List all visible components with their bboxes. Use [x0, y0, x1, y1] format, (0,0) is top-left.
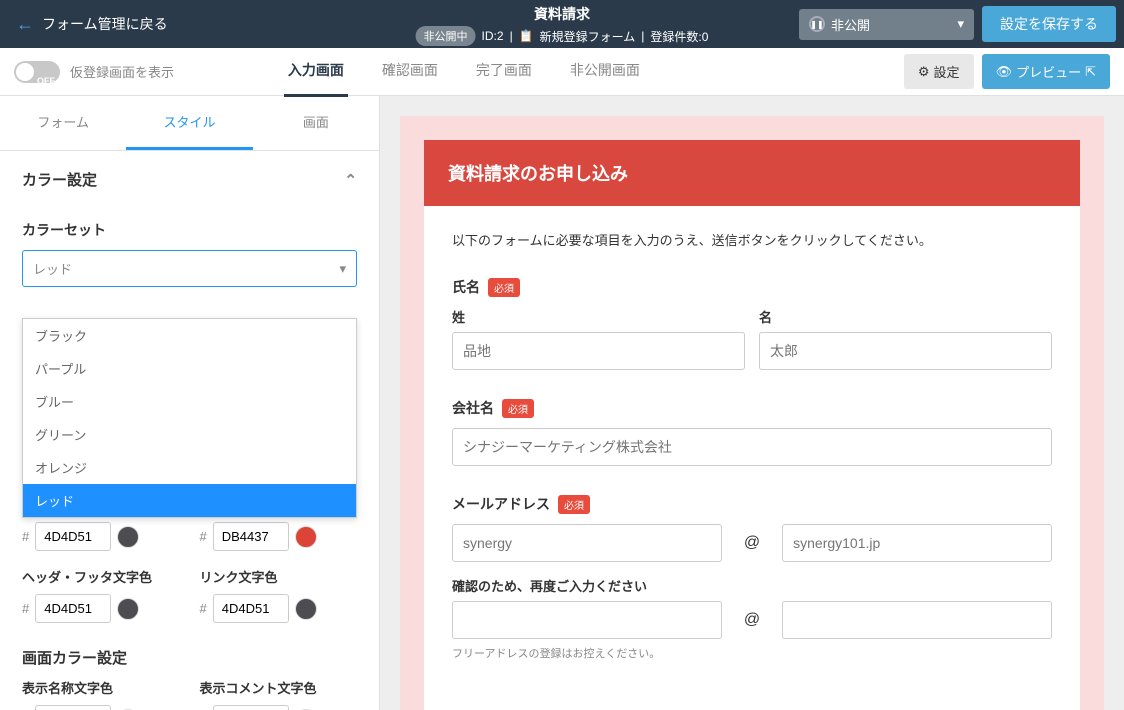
email-confirm-domain-input[interactable] — [782, 601, 1052, 639]
email-domain-input[interactable] — [782, 524, 1052, 562]
sidebar-tab-screen[interactable]: 画面 — [253, 96, 379, 150]
color-swatch[interactable] — [295, 598, 317, 620]
sidebar-tab-form[interactable]: フォーム — [0, 96, 126, 150]
colorset-label: カラーセット — [22, 220, 357, 240]
required-badge: 必須 — [488, 278, 520, 297]
company-input[interactable] — [452, 428, 1052, 466]
hex-input[interactable] — [35, 594, 111, 623]
provisional-toggle[interactable]: OFF — [14, 61, 60, 83]
dropdown-option[interactable]: レッド — [23, 484, 356, 517]
visibility-select[interactable]: ❚❚ 非公開 ▾ — [799, 9, 974, 40]
email-note: フリーアドレスの登録はお控えください。 — [452, 645, 1052, 661]
form-title: 資料請求のお申し込み — [424, 140, 1080, 206]
hex-input[interactable] — [213, 522, 289, 551]
color-label: 表示名称文字色 — [22, 678, 180, 697]
color-swatch[interactable] — [117, 598, 139, 620]
hex-input[interactable] — [213, 594, 289, 623]
required-badge: 必須 — [558, 495, 590, 514]
field-email-label: メールアドレス — [452, 494, 550, 514]
email-confirm-label: 確認のため、再度ご入力ください — [452, 576, 1052, 595]
screen-color-section: 画面カラー設定 — [22, 647, 357, 668]
at-symbol: @ — [736, 611, 768, 629]
email-confirm-user-input[interactable] — [452, 601, 722, 639]
arrow-left-icon: ← — [16, 14, 34, 35]
color-label: ヘッダ・フッタ文字色 — [22, 567, 180, 586]
field-name-label: 氏名 — [452, 277, 480, 297]
chevron-down-icon: ▾ — [957, 16, 964, 32]
tab-complete[interactable]: 完了画面 — [472, 46, 536, 97]
external-icon: ⇱ — [1085, 64, 1096, 80]
color-swatch[interactable] — [117, 526, 139, 548]
sei-input[interactable] — [452, 332, 745, 370]
mei-input[interactable] — [759, 332, 1052, 370]
chevron-down-icon: ▾ — [339, 261, 346, 277]
settings-button[interactable]: ⚙設定 — [904, 54, 974, 89]
required-badge: 必須 — [502, 399, 534, 418]
tab-unpublished[interactable]: 非公開画面 — [566, 46, 644, 97]
color-label: 表示コメント文字色 — [200, 678, 358, 697]
colorset-select[interactable]: レッド ▾ — [22, 250, 357, 287]
color-label: リンク文字色 — [200, 567, 358, 586]
reg-count: 登録件数:0 — [650, 28, 708, 45]
hex-input[interactable] — [35, 522, 111, 551]
eye-icon: 👁 — [996, 64, 1013, 80]
color-swatch[interactable] — [295, 526, 317, 548]
toggle-knob — [16, 63, 34, 81]
form-type: 新規登録フォーム — [540, 28, 636, 45]
colorset-dropdown: ブラック パープル ブルー グリーン オレンジ レッド — [22, 318, 357, 518]
back-link[interactable]: ← フォーム管理に戻る — [0, 14, 184, 35]
publish-badge: 非公開中 — [416, 26, 476, 46]
clipboard-icon: 📋 — [519, 29, 534, 43]
sidebar-tab-style[interactable]: スタイル — [126, 96, 252, 150]
gear-icon: ⚙ — [918, 64, 930, 80]
chevron-up-icon: ⌃ — [344, 171, 357, 189]
email-user-input[interactable] — [452, 524, 722, 562]
header-center: 資料請求 非公開中 ID:2| 📋 新規登録フォーム| 登録件数:0 — [416, 4, 709, 46]
dropdown-option[interactable]: オレンジ — [23, 451, 356, 484]
back-label: フォーム管理に戻る — [42, 14, 168, 34]
form-intro: 以下のフォームに必要な項目を入力のうえ、送信ボタンをクリックしてください。 — [452, 230, 1052, 249]
hex-input[interactable] — [35, 705, 111, 710]
toggle-label: 仮登録画面を表示 — [70, 62, 174, 81]
tab-input[interactable]: 入力画面 — [284, 46, 348, 97]
section-color-settings[interactable]: カラー設定 ⌃ — [0, 151, 379, 208]
dropdown-option[interactable]: パープル — [23, 352, 356, 385]
mei-label: 名 — [759, 307, 1052, 326]
preview-button[interactable]: 👁プレビュー⇱ — [982, 54, 1110, 89]
field-company-label: 会社名 — [452, 398, 494, 418]
dropdown-option[interactable]: ブラック — [23, 319, 356, 352]
page-title: 資料請求 — [416, 4, 709, 24]
toggle-state: OFF — [37, 76, 55, 86]
hex-input[interactable] — [213, 705, 289, 710]
form-id: ID:2 — [482, 29, 504, 43]
pause-icon: ❚❚ — [809, 16, 825, 32]
save-button[interactable]: 設定を保存する — [982, 6, 1116, 42]
at-symbol: @ — [736, 534, 768, 552]
visibility-label: 非公開 — [831, 15, 870, 34]
dropdown-option[interactable]: グリーン — [23, 418, 356, 451]
sei-label: 姓 — [452, 307, 745, 326]
tab-confirm[interactable]: 確認画面 — [378, 46, 442, 97]
dropdown-option[interactable]: ブルー — [23, 385, 356, 418]
